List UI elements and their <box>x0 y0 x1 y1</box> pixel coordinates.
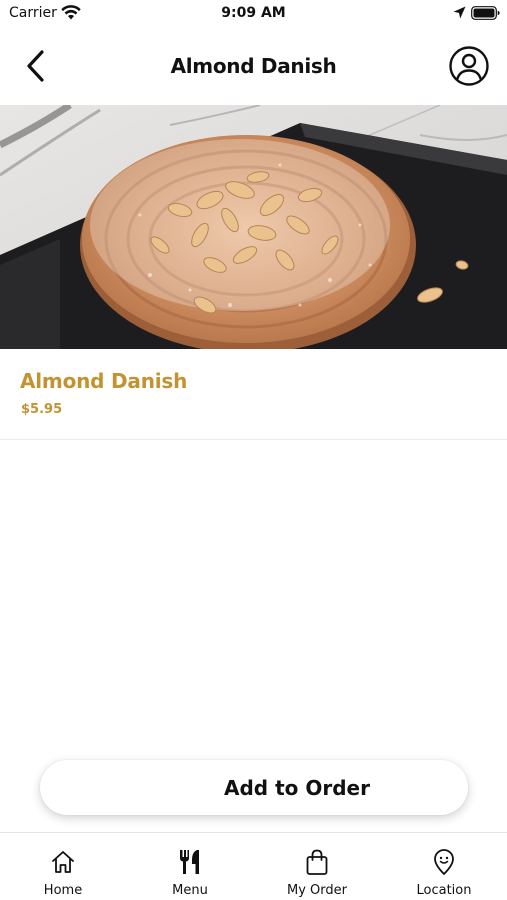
tab-location[interactable]: Location <box>381 833 507 900</box>
map-pin-icon <box>434 849 454 875</box>
page-title: Almond Danish <box>170 54 337 78</box>
add-to-order-button[interactable]: Add to Order <box>40 760 468 815</box>
tab-my-order[interactable]: My Order <box>254 833 380 900</box>
product-name: Almond Danish <box>20 369 188 393</box>
tab-location-label: Location <box>416 883 472 898</box>
clock-time: 9:09 AM <box>221 5 286 21</box>
tab-home-label: Home <box>43 883 83 898</box>
nav-bar: Almond Danish <box>0 28 507 105</box>
home-icon <box>52 851 74 873</box>
tab-menu-label: Menu <box>172 883 208 898</box>
product-info: Almond Danish $5.95 <box>0 349 507 440</box>
tab-bar: Home Menu My Order Location <box>0 832 507 900</box>
shopping-bag-icon <box>306 849 328 875</box>
add-to-order-label: Add to Order <box>224 775 370 800</box>
product-image <box>0 105 507 349</box>
tab-menu[interactable]: Menu <box>127 833 253 900</box>
product-price: $5.95 <box>21 402 63 417</box>
tab-my-order-label: My Order <box>287 883 347 898</box>
status-bar: Carrier 9:09 AM <box>0 0 507 28</box>
user-circle-icon[interactable] <box>448 45 490 87</box>
location-arrow-icon <box>453 6 466 19</box>
fork-knife-icon <box>180 850 199 874</box>
battery-icon <box>471 6 500 20</box>
tab-home[interactable]: Home <box>0 833 126 900</box>
